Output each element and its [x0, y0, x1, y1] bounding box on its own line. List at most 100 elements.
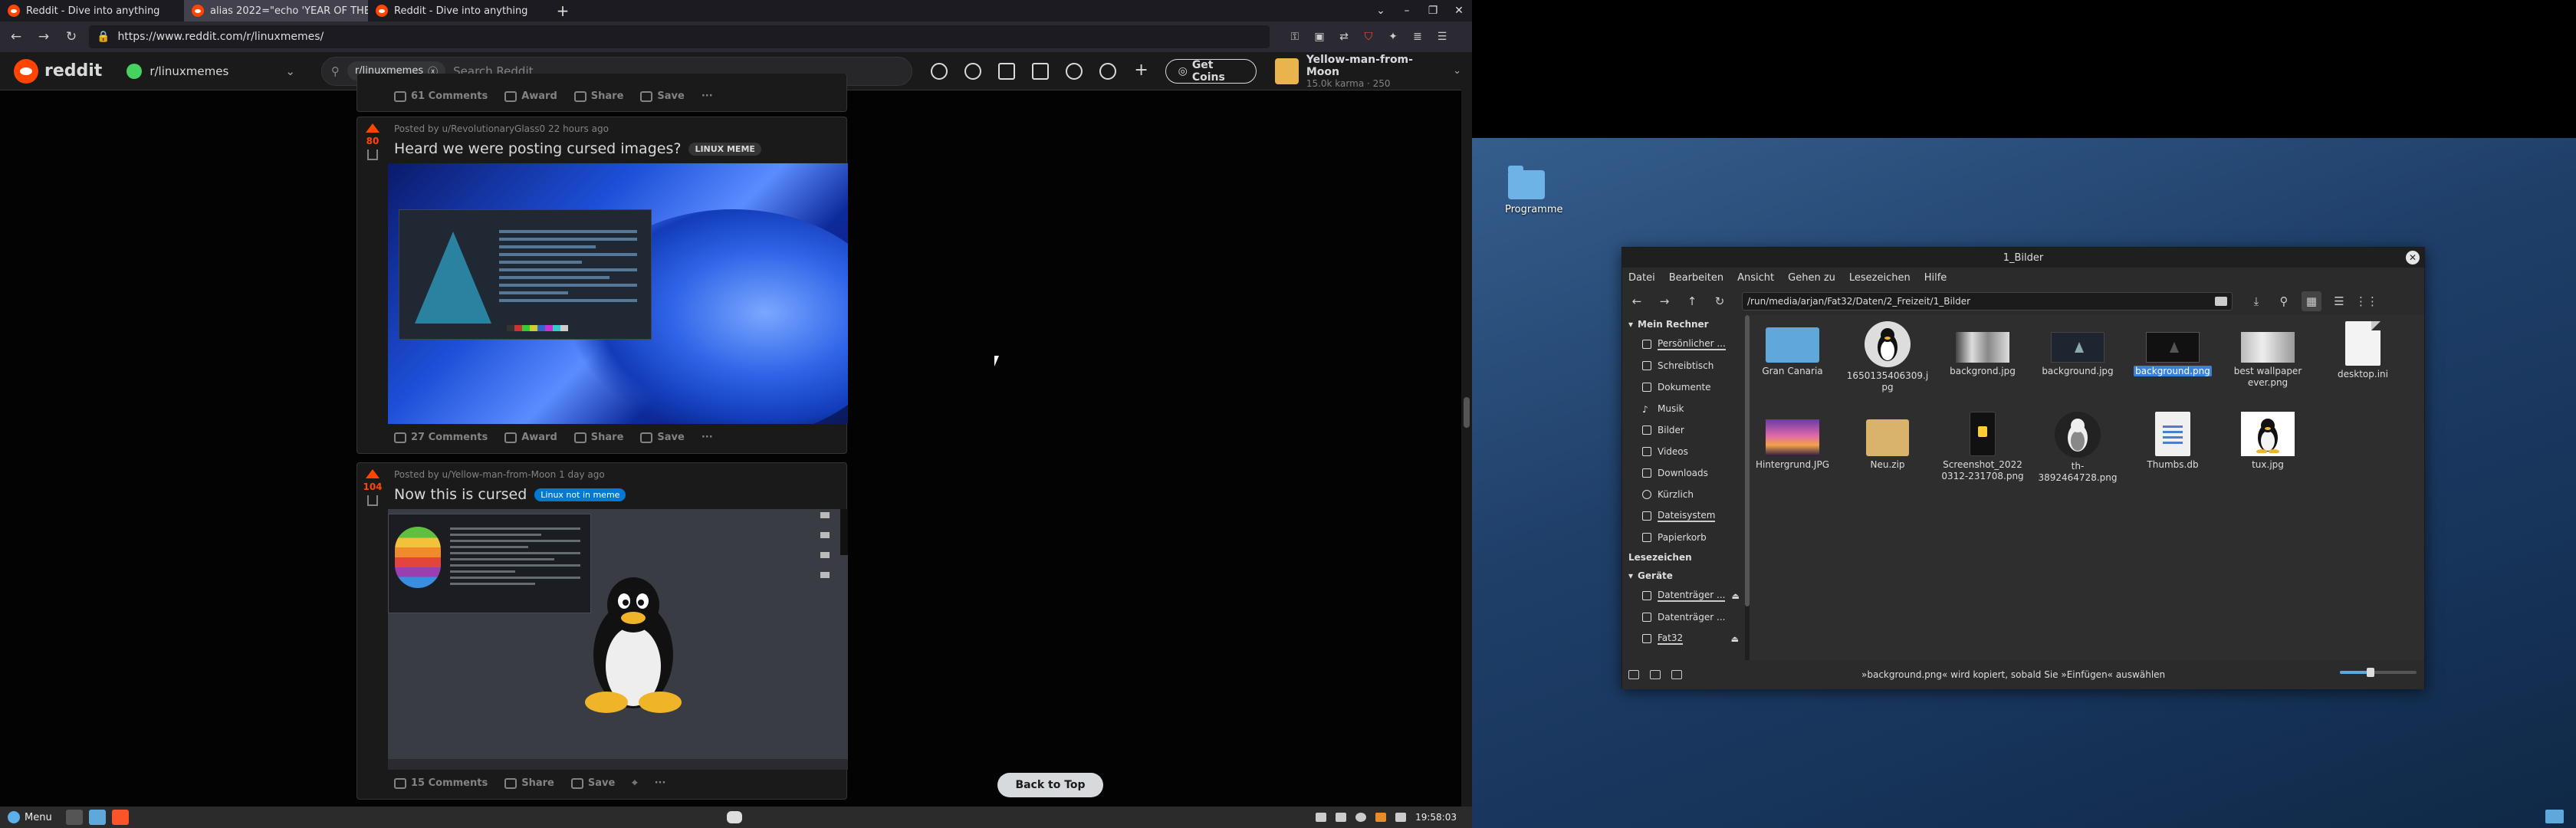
menu-gehen-zu[interactable]: Gehen zu — [1788, 272, 1835, 284]
save-button[interactable]: Save — [640, 90, 685, 102]
desktop-folder-icon[interactable]: Programme — [1505, 166, 1563, 215]
sidebar-item-downloads[interactable]: Downloads — [1622, 462, 1745, 484]
more-options-icon[interactable]: ··· — [655, 777, 666, 789]
screenshot-icon[interactable]: ▣ — [1313, 30, 1326, 44]
sidebar-item-home[interactable]: Persönlicher ... — [1622, 334, 1745, 355]
subreddit-selector[interactable]: r/linuxmemes ⌄ — [119, 58, 303, 85]
video-icon[interactable] — [997, 62, 1015, 80]
up-icon[interactable]: ↑ — [1682, 291, 1702, 311]
brave-shield-icon[interactable]: ⛉ — [1362, 30, 1375, 44]
reddit-logo[interactable]: reddit — [14, 58, 102, 84]
file-item[interactable]: background.jpg — [2036, 321, 2119, 377]
key-icon[interactable]: ⚿ — [1288, 30, 1302, 44]
minimize-icon[interactable]: – — [1394, 5, 1420, 17]
sidebar-item-device[interactable]: Datenträger ... ⏏ — [1622, 585, 1745, 606]
tab-alias-2022[interactable]: alias 2022="echo 'YEAR OF THE ✕ — [184, 0, 368, 21]
tree-toggle-icon[interactable] — [1650, 670, 1661, 679]
back-icon[interactable]: ← — [6, 27, 26, 47]
forward-icon[interactable]: → — [1654, 291, 1674, 311]
translate-icon[interactable]: ⇄ — [1337, 30, 1351, 44]
post-image[interactable] — [388, 509, 848, 770]
menu-bearbeiten[interactable]: Bearbeiten — [1669, 272, 1723, 284]
sidebar-toggle-icon[interactable] — [1671, 670, 1682, 679]
back-icon[interactable]: ← — [1627, 291, 1647, 311]
file-item[interactable]: tux.jpg — [2226, 412, 2309, 471]
post-image[interactable] — [388, 163, 848, 424]
upvote-icon[interactable] — [366, 123, 380, 133]
sidebar-item-filesystem[interactable]: Dateisystem — [1622, 505, 1745, 527]
menu-datei[interactable]: Datei — [1628, 272, 1655, 284]
zoom-slider[interactable] — [2340, 668, 2417, 677]
file-item[interactable]: Hintergrund.JPG — [1751, 412, 1834, 471]
extensions-icon[interactable]: ✦ — [1386, 30, 1400, 44]
notifications-bell-icon[interactable] — [1099, 62, 1116, 80]
list-view-icon[interactable]: ☰ — [2329, 291, 2349, 311]
reading-list-icon[interactable]: ≣ — [1411, 30, 1424, 44]
sidebar-item-device[interactable]: Datenträger ... — [1622, 606, 1745, 628]
clear-path-icon[interactable] — [2215, 297, 2227, 306]
brave-browser-app-icon[interactable] — [111, 810, 129, 825]
eject-icon[interactable]: ⏏ — [1731, 591, 1739, 601]
sidebar-section-bookmarks[interactable]: Lesezeichen — [1622, 548, 1745, 567]
show-desktop-icon[interactable] — [2545, 810, 2564, 823]
file-item[interactable]: best wallpaper ever.png — [2226, 321, 2309, 389]
path-input[interactable]: /run/media/arjan/Fat32/Daten/2_Freizeit/… — [1742, 292, 2233, 310]
menu-ansicht[interactable]: Ansicht — [1737, 272, 1774, 284]
share-button[interactable]: Share — [573, 432, 623, 443]
display-tray-icon[interactable] — [1336, 813, 1347, 822]
forward-icon[interactable]: → — [34, 27, 54, 47]
comments-button[interactable]: 27 Comments — [394, 432, 488, 443]
start-menu-button[interactable]: Menu — [0, 811, 60, 823]
volume-tray-icon[interactable] — [1355, 813, 1367, 822]
share-button[interactable]: Share — [573, 90, 623, 102]
coin-icon[interactable] — [964, 62, 981, 80]
post-card[interactable]: 80 Posted by u/RevolutionaryGlass0 22 ho… — [356, 117, 848, 454]
comments-button[interactable]: 15 Comments — [394, 777, 488, 789]
sidebar-item-pictures[interactable]: Bilder — [1622, 419, 1745, 441]
file-item[interactable]: backgrond.jpg — [1941, 321, 2024, 377]
file-item[interactable]: th-3892464728.png — [2036, 412, 2119, 484]
menu-lesezeichen[interactable]: Lesezeichen — [1849, 272, 1911, 284]
upvote-icon[interactable] — [366, 469, 380, 478]
sidebar-item-videos[interactable]: Videos — [1622, 441, 1745, 462]
comments-button[interactable]: 61 Comments — [394, 90, 488, 102]
sidebar-scrollbar[interactable] — [1745, 315, 1750, 660]
award-button[interactable]: Award — [504, 90, 557, 102]
network-tray-icon[interactable] — [1395, 813, 1407, 822]
downvote-icon[interactable] — [367, 495, 378, 506]
more-options-icon[interactable]: ··· — [702, 90, 713, 102]
window-titlebar[interactable]: 1_Bilder ✕ — [1622, 248, 2424, 268]
menu-hilfe[interactable]: Hilfe — [1924, 272, 1947, 284]
page-scrollbar[interactable] — [1461, 52, 1472, 807]
create-post-plus-icon[interactable]: + — [1133, 61, 1150, 80]
zoom-handle[interactable] — [2367, 668, 2374, 677]
user-menu[interactable]: Yellow-man-from-Moon 15.0k karma · 250 ⌄ — [1275, 54, 1461, 89]
more-options-icon[interactable]: ··· — [702, 432, 713, 443]
save-button[interactable]: Save — [570, 777, 615, 789]
url-bar[interactable]: 🔒 https://www.reddit.com/r/linuxmemes/ — [89, 25, 1270, 48]
close-window-icon[interactable]: ✕ — [2406, 251, 2420, 264]
file-item[interactable]: Gran Canaria — [1751, 321, 1834, 377]
sidebar-item-device-fat32[interactable]: Fat32 ⏏ — [1622, 628, 1745, 649]
file-item[interactable]: Screenshot_20220312-231708.png — [1941, 412, 2024, 482]
chat-icon[interactable] — [1065, 62, 1083, 80]
sidebar-item-music[interactable]: ♪ Musik — [1622, 398, 1745, 419]
tab-list-chevron-icon[interactable]: ⌄ — [1368, 5, 1394, 17]
chat-tray-icon[interactable] — [1316, 813, 1327, 822]
eject-icon[interactable]: ⏏ — [1731, 634, 1739, 644]
tab-reddit-1[interactable]: Reddit - Dive into anything — [0, 0, 184, 21]
hamburger-menu-icon[interactable]: ☰ — [1435, 30, 1449, 44]
file-manager-app-icon[interactable] — [88, 810, 106, 825]
tab-reddit-2[interactable]: Reddit - Dive into anything — [368, 0, 552, 21]
downvote-icon[interactable] — [367, 150, 378, 160]
popular-icon[interactable] — [930, 62, 948, 80]
post-flair[interactable]: Linux not in meme — [534, 488, 626, 501]
share-button[interactable]: Share — [504, 777, 554, 789]
sidebar-item-desktop[interactable]: Schreibtisch — [1622, 355, 1745, 376]
maximize-icon[interactable]: ❐ — [1420, 5, 1446, 17]
sidebar-section-devices[interactable]: ▾ Geräte — [1622, 567, 1745, 585]
file-item[interactable]: Thumbs.db — [2131, 412, 2214, 471]
sidebar-item-trash[interactable]: Papierkorb — [1622, 527, 1745, 548]
reload-icon[interactable]: ↻ — [61, 27, 81, 47]
post-title[interactable]: Now this is cursed — [394, 486, 527, 503]
